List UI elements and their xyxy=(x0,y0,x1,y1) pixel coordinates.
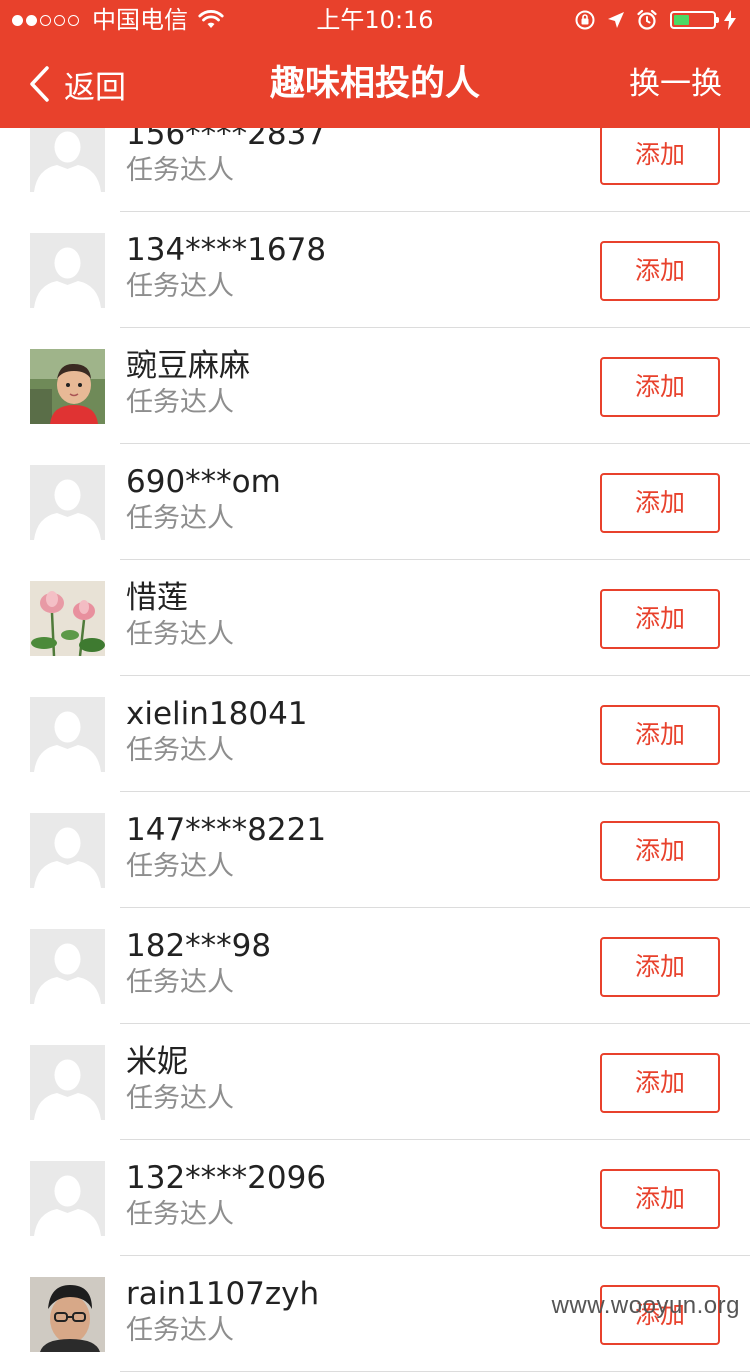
user-tag: 任务达人 xyxy=(126,1083,234,1114)
alarm-clock-icon xyxy=(637,9,657,30)
navigation-bar: 返回 趣味相投的人 换一换 xyxy=(0,40,750,128)
user-tag: 任务达人 xyxy=(126,735,234,766)
add-friend-button[interactable]: 添加 xyxy=(600,473,720,533)
user-name: 182***98 xyxy=(126,928,272,964)
refresh-suggestions-button[interactable]: 换一换 xyxy=(629,40,722,128)
add-friend-button[interactable]: 添加 xyxy=(600,821,720,881)
user-name: rain1107zyh xyxy=(126,1276,320,1312)
list-item: 豌豆麻麻 任务达人 添加 xyxy=(0,328,750,444)
add-friend-button[interactable]: 添加 xyxy=(600,705,720,765)
charging-bolt-icon xyxy=(724,10,736,30)
user-tag: 任务达人 xyxy=(126,619,234,650)
avatar[interactable] xyxy=(30,117,105,192)
list-item: 690***om 任务达人 添加 xyxy=(0,444,750,560)
avatar[interactable] xyxy=(30,581,105,656)
list-item: 132****2096 任务达人 添加 xyxy=(0,1140,750,1256)
avatar[interactable] xyxy=(30,929,105,1004)
add-friend-button[interactable]: 添加 xyxy=(600,241,720,301)
avatar[interactable] xyxy=(30,1045,105,1120)
user-tag: 任务达人 xyxy=(126,387,234,418)
list-item: xielin18041 任务达人 添加 xyxy=(0,676,750,792)
add-friend-button[interactable]: 添加 xyxy=(600,357,720,417)
avatar[interactable] xyxy=(30,1277,105,1352)
battery-icon xyxy=(670,11,719,29)
user-name: 豌豆麻麻 xyxy=(126,348,250,384)
list-item: 惜莲 任务达人 添加 xyxy=(0,560,750,676)
user-name: 690***om xyxy=(126,464,281,500)
user-tag: 任务达人 xyxy=(126,271,234,302)
avatar[interactable] xyxy=(30,1161,105,1236)
top-bar: 中国电信 上午10:16 返回 趣味相投的人 换一换 xyxy=(0,0,750,128)
signal-strength-icon xyxy=(12,14,82,26)
user-name: 147****8221 xyxy=(126,812,327,848)
rotation-lock-icon xyxy=(575,10,595,30)
back-label: 返回 xyxy=(64,69,126,106)
wifi-icon xyxy=(198,10,224,28)
avatar[interactable] xyxy=(30,465,105,540)
chevron-left-icon xyxy=(30,66,49,102)
user-name: 米妮 xyxy=(126,1044,188,1080)
user-list: 156****2837 任务达人 添加 134****1678 任务达人 添加 豌豆麻麻 任务… xyxy=(0,96,750,1372)
list-item: 134****1678 任务达人 添加 xyxy=(0,212,750,328)
avatar[interactable] xyxy=(30,349,105,424)
list-item: 147****8221 任务达人 添加 xyxy=(0,792,750,908)
add-friend-button[interactable]: 添加 xyxy=(600,1053,720,1113)
avatar[interactable] xyxy=(30,697,105,772)
avatar[interactable] xyxy=(30,233,105,308)
add-friend-button[interactable]: 添加 xyxy=(600,1169,720,1229)
list-item: 182***98 任务达人 添加 xyxy=(0,908,750,1024)
user-name: 惜莲 xyxy=(126,580,188,616)
user-name: xielin18041 xyxy=(126,696,308,732)
add-friend-button[interactable]: 添加 xyxy=(600,589,720,649)
user-tag: 任务达人 xyxy=(126,967,234,998)
add-friend-button[interactable]: 添加 xyxy=(600,937,720,997)
avatar[interactable] xyxy=(30,813,105,888)
watermark: www.wooyun.org xyxy=(551,1292,740,1319)
user-tag: 任务达人 xyxy=(126,155,234,186)
user-name: 134****1678 xyxy=(126,232,327,268)
status-bar: 中国电信 上午10:16 xyxy=(0,0,750,40)
user-tag: 任务达人 xyxy=(126,503,234,534)
user-tag: 任务达人 xyxy=(126,1199,234,1230)
back-button[interactable]: 返回 xyxy=(28,40,126,128)
user-tag: 任务达人 xyxy=(126,1315,234,1346)
location-arrow-icon xyxy=(608,12,624,28)
list-item: 米妮 任务达人 添加 xyxy=(0,1024,750,1140)
user-name: 132****2096 xyxy=(126,1160,327,1196)
user-tag: 任务达人 xyxy=(126,851,234,882)
carrier-name: 中国电信 xyxy=(92,6,188,34)
add-friend-button[interactable]: 添加 xyxy=(600,125,720,185)
